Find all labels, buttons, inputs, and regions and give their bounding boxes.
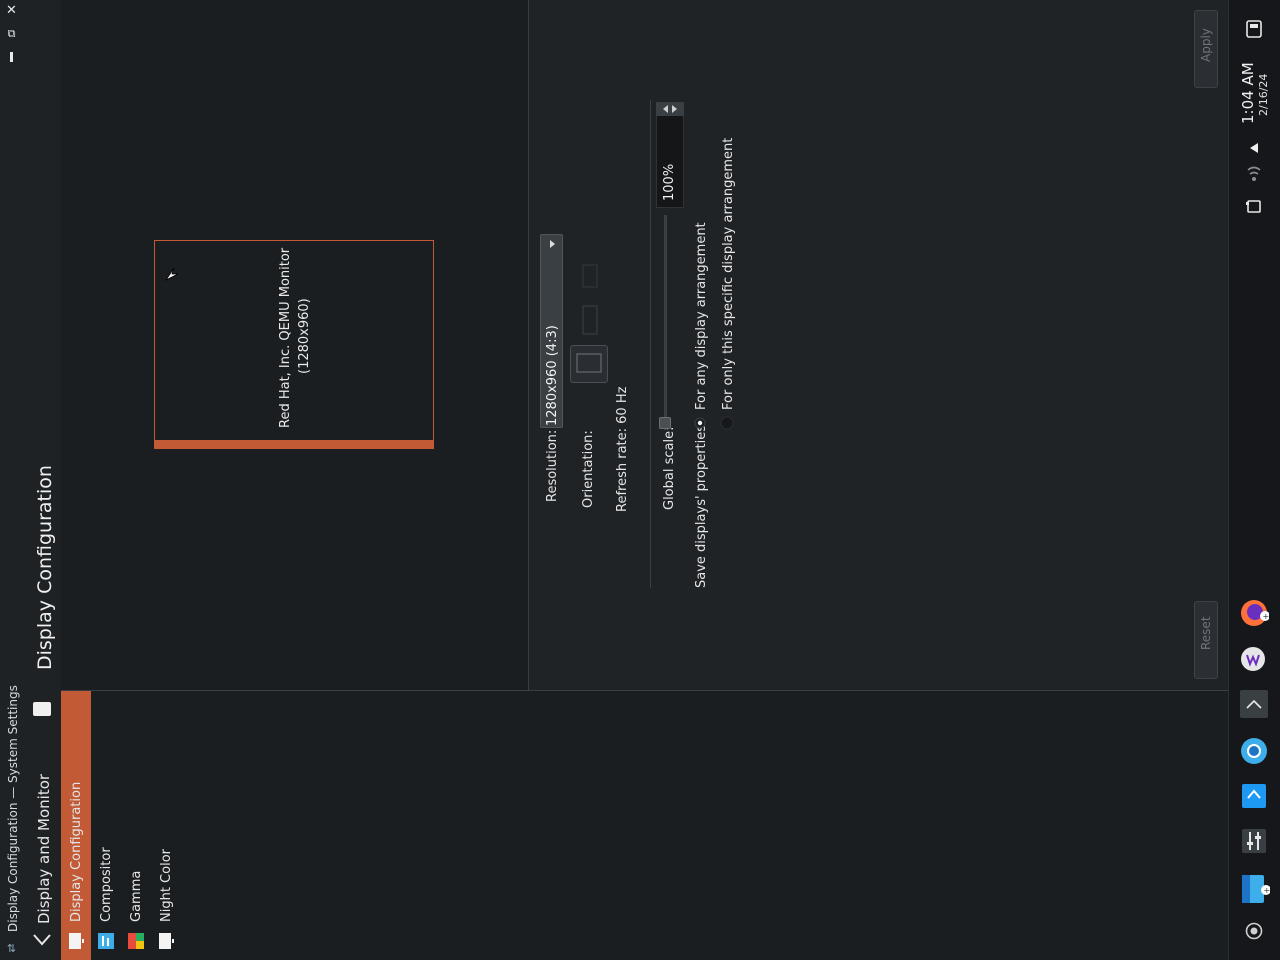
gamma-icon — [126, 931, 146, 951]
settings-panel — [529, 0, 1228, 690]
sidebar-item-night-color[interactable]: Night Color — [159, 849, 174, 922]
apply-button-label: Apply — [1199, 28, 1213, 62]
global-scale-slider[interactable] — [664, 215, 667, 430]
back-chevron-icon[interactable] — [31, 926, 53, 954]
settings-separator — [650, 100, 651, 588]
save-properties-label: Save displays' properties: — [694, 420, 709, 588]
arrow-up-icon[interactable] — [1240, 690, 1268, 718]
sidebar-item-compositor[interactable]: Compositor — [99, 847, 114, 922]
resolution-value: 1280x960 (4:3) — [545, 325, 560, 426]
sidebar-item-display-configuration[interactable]: Display Configuration — [69, 782, 84, 922]
firefox-icon[interactable]: + — [1237, 596, 1271, 630]
orientation-label: Orientation: — [581, 430, 596, 508]
system-settings-icon: ⇅ — [6, 942, 17, 955]
global-scale-label: Global scale: — [662, 426, 677, 510]
svg-text:+: + — [1263, 612, 1270, 621]
taskbar: 1:04 AM 2/16/24 + + — [1228, 0, 1280, 960]
monitor-selected-bar — [154, 440, 434, 449]
panel-divider — [528, 0, 529, 690]
discover-icon[interactable] — [1239, 781, 1269, 811]
clock-time[interactable]: 1:04 AM — [1239, 62, 1257, 124]
application-launcher-icon[interactable] — [1243, 920, 1265, 942]
radio-any-arrangement-label[interactable]: For any display arrangement — [694, 222, 709, 410]
clipboard-icon[interactable] — [1243, 195, 1265, 217]
dropdown-arrow-icon — [546, 238, 558, 250]
night-color-icon — [156, 931, 176, 951]
restore-icon[interactable]: ⧉ — [3, 25, 20, 42]
orientation-portrait-icon[interactable] — [578, 300, 602, 340]
svg-text:+: + — [1264, 886, 1271, 895]
kwrite-icon[interactable] — [1237, 642, 1271, 676]
chromium-icon[interactable] — [1237, 734, 1271, 768]
orientation-flipped-icon[interactable] — [578, 258, 602, 294]
sidebar-back-label[interactable]: Display and Monitor — [35, 774, 53, 924]
resolution-label: Resolution: — [545, 429, 560, 502]
mouse-cursor-icon — [164, 266, 180, 282]
spinbox-arrows-icon[interactable] — [656, 102, 684, 116]
minimize-icon[interactable] — [3, 48, 20, 65]
tray-expand-icon[interactable] — [1246, 140, 1262, 156]
radio-specific-arrangement-label[interactable]: For only this specific display arrangeme… — [721, 138, 736, 410]
radio-specific-arrangement[interactable] — [719, 415, 735, 431]
reset-button-label: Reset — [1199, 616, 1213, 650]
global-scale-value: 100% — [662, 163, 677, 201]
search-toggle-icon[interactable] — [31, 697, 53, 719]
sidebar-item-gamma[interactable]: Gamma — [129, 871, 144, 922]
monitor-resolution: (1280x960) — [297, 298, 312, 374]
monitor-name: Red Hat, Inc. QEMU Monitor — [278, 247, 293, 428]
clock-date: 2/16/24 — [1257, 73, 1270, 116]
orientation-landscape-button[interactable] — [570, 345, 608, 383]
display-icon — [66, 931, 86, 951]
show-desktop-icon[interactable] — [1243, 18, 1265, 40]
global-scale-slider-handle[interactable] — [659, 417, 671, 429]
window-titlebar: ✕ ⧉ Display Configuration — System Setti… — [0, 0, 24, 960]
refresh-rate-label: Refresh rate: 60 Hz — [615, 386, 630, 512]
close-icon[interactable]: ✕ — [3, 2, 20, 19]
network-icon[interactable] — [1243, 164, 1265, 186]
compositor-icon — [96, 931, 116, 951]
monitor-preview[interactable] — [154, 240, 434, 448]
dolphin-icon[interactable]: + — [1237, 872, 1271, 906]
radio-any-arrangement[interactable] — [693, 416, 707, 430]
window-title: Display Configuration — System Settings — [6, 685, 20, 932]
system-settings-taskbar-icon[interactable] — [1239, 826, 1269, 856]
page-title: Display Configuration — [34, 465, 56, 670]
